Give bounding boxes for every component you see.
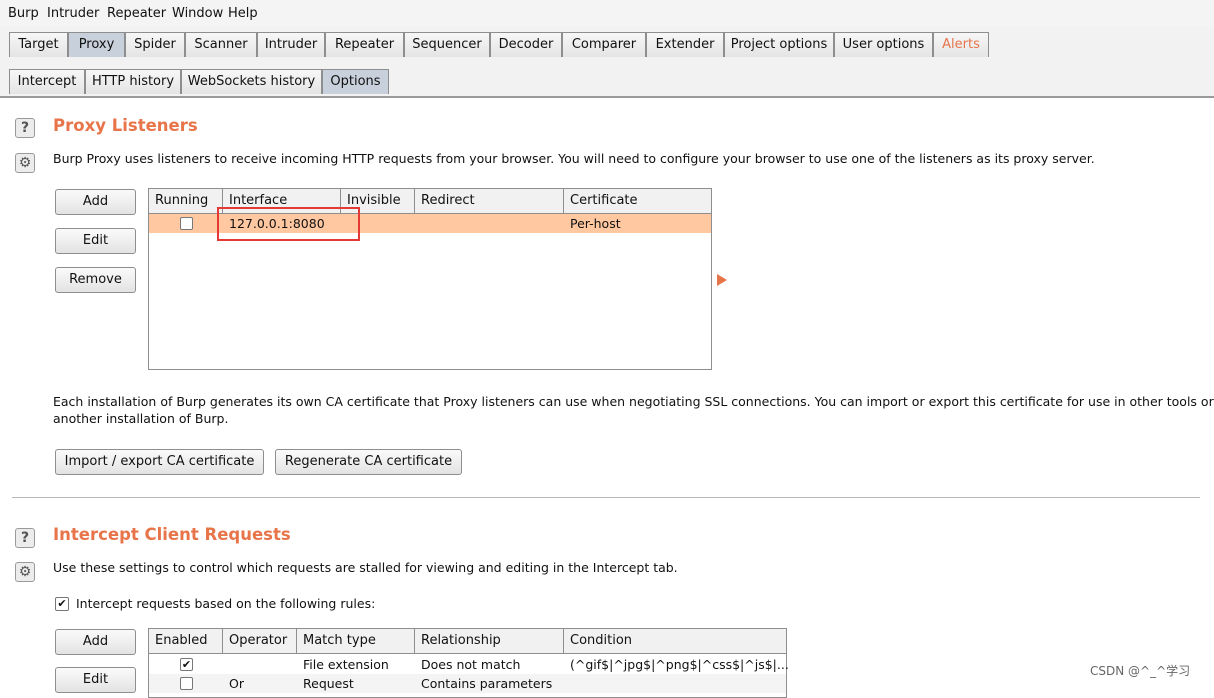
tab-spider[interactable]: Spider: [125, 32, 185, 57]
add-rule-button[interactable]: Add: [55, 629, 136, 655]
remove-listener-button[interactable]: Remove: [55, 267, 136, 293]
tab-http-history[interactable]: HTTP history: [85, 69, 181, 94]
help-icon[interactable]: ?: [15, 118, 35, 138]
expand-arrow-icon[interactable]: [717, 274, 727, 286]
gear-icon[interactable]: ⚙: [15, 562, 35, 582]
tab-intruder[interactable]: Intruder: [257, 32, 325, 57]
certificate-cell: Per-host: [570, 216, 621, 231]
condition-cell: (^gif$|^jpg$|^png$|^css$|^js$|...: [570, 657, 789, 672]
section-divider: [12, 497, 1200, 498]
column-match-type[interactable]: Match type: [297, 629, 415, 653]
column-operator[interactable]: Operator: [223, 629, 297, 653]
table-row[interactable]: Or Request Contains parameters: [149, 674, 786, 693]
enabled-checkbox[interactable]: [180, 677, 193, 690]
tab-intercept[interactable]: Intercept: [9, 69, 85, 94]
menu-intruder[interactable]: Intruder: [47, 6, 99, 21]
tab-extender[interactable]: Extender: [646, 32, 724, 57]
tab-scanner[interactable]: Scanner: [185, 32, 257, 57]
help-icon[interactable]: ?: [15, 528, 35, 548]
add-listener-button[interactable]: Add: [55, 189, 136, 215]
enabled-checkbox[interactable]: ✔: [180, 658, 193, 671]
proxy-listeners-description: Burp Proxy uses listeners to receive inc…: [53, 151, 1095, 166]
menu-bar: Burp Intruder Repeater Window Help: [0, 0, 1214, 26]
tab-comparer[interactable]: Comparer: [562, 32, 646, 57]
tab-decoder[interactable]: Decoder: [490, 32, 562, 57]
tab-options[interactable]: Options: [322, 69, 389, 94]
import-export-ca-button[interactable]: Import / export CA certificate: [55, 449, 264, 475]
tab-project-options[interactable]: Project options: [724, 32, 834, 57]
tab-repeater[interactable]: Repeater: [325, 32, 404, 57]
column-certificate[interactable]: Certificate: [564, 189, 711, 213]
tab-user-options[interactable]: User options: [834, 32, 933, 57]
intercept-requests-title: Intercept Client Requests: [53, 525, 291, 544]
menu-help[interactable]: Help: [228, 6, 258, 21]
menu-repeater[interactable]: Repeater: [107, 6, 166, 21]
tab-target[interactable]: Target: [9, 32, 68, 57]
watermark: CSDN @^_^学习: [1090, 664, 1191, 678]
intercept-requests-description: Use these settings to control which requ…: [53, 560, 678, 575]
menu-burp[interactable]: Burp: [8, 6, 39, 21]
intercept-rules-checkbox[interactable]: ✔: [55, 597, 69, 611]
tab-proxy[interactable]: Proxy: [68, 32, 125, 57]
column-redirect[interactable]: Redirect: [415, 189, 564, 213]
relationship-cell: Does not match: [421, 657, 521, 672]
column-condition[interactable]: Condition: [564, 629, 786, 653]
edit-listener-button[interactable]: Edit: [55, 228, 136, 254]
column-enabled[interactable]: Enabled: [149, 629, 223, 653]
column-running[interactable]: Running: [149, 189, 223, 213]
tab-sequencer[interactable]: Sequencer: [404, 32, 490, 57]
match-type-cell: File extension: [303, 657, 389, 672]
main-tab-bar: Target Proxy Spider Scanner Intruder Rep…: [0, 26, 1214, 63]
tab-websockets-history[interactable]: WebSockets history: [181, 69, 322, 94]
ca-description-line2: another installation of Burp.: [53, 411, 229, 426]
intercept-rules-label: Intercept requests based on the followin…: [76, 596, 376, 611]
tab-alerts[interactable]: Alerts: [933, 32, 989, 57]
menu-window[interactable]: Window: [172, 6, 223, 21]
gear-icon[interactable]: ⚙: [15, 153, 35, 173]
ca-description-line1: Each installation of Burp generates its …: [53, 394, 1214, 409]
proxy-listeners-title: Proxy Listeners: [53, 116, 198, 135]
running-checkbox[interactable]: [180, 217, 193, 230]
proxy-tab-bar: Intercept HTTP history WebSockets histor…: [0, 62, 1214, 98]
highlight-box: [217, 207, 360, 241]
edit-rule-button[interactable]: Edit: [55, 667, 136, 693]
relationship-cell: Contains parameters: [421, 676, 553, 691]
rules-table-header: Enabled Operator Match type Relationship…: [149, 629, 786, 654]
column-relationship[interactable]: Relationship: [415, 629, 564, 653]
table-row[interactable]: ✔ File extension Does not match (^gif$|^…: [149, 655, 789, 674]
match-type-cell: Request: [303, 676, 354, 691]
operator-cell: Or: [229, 676, 244, 691]
regenerate-ca-button[interactable]: Regenerate CA certificate: [275, 449, 462, 475]
intercept-rules-table: Enabled Operator Match type Relationship…: [148, 628, 789, 698]
